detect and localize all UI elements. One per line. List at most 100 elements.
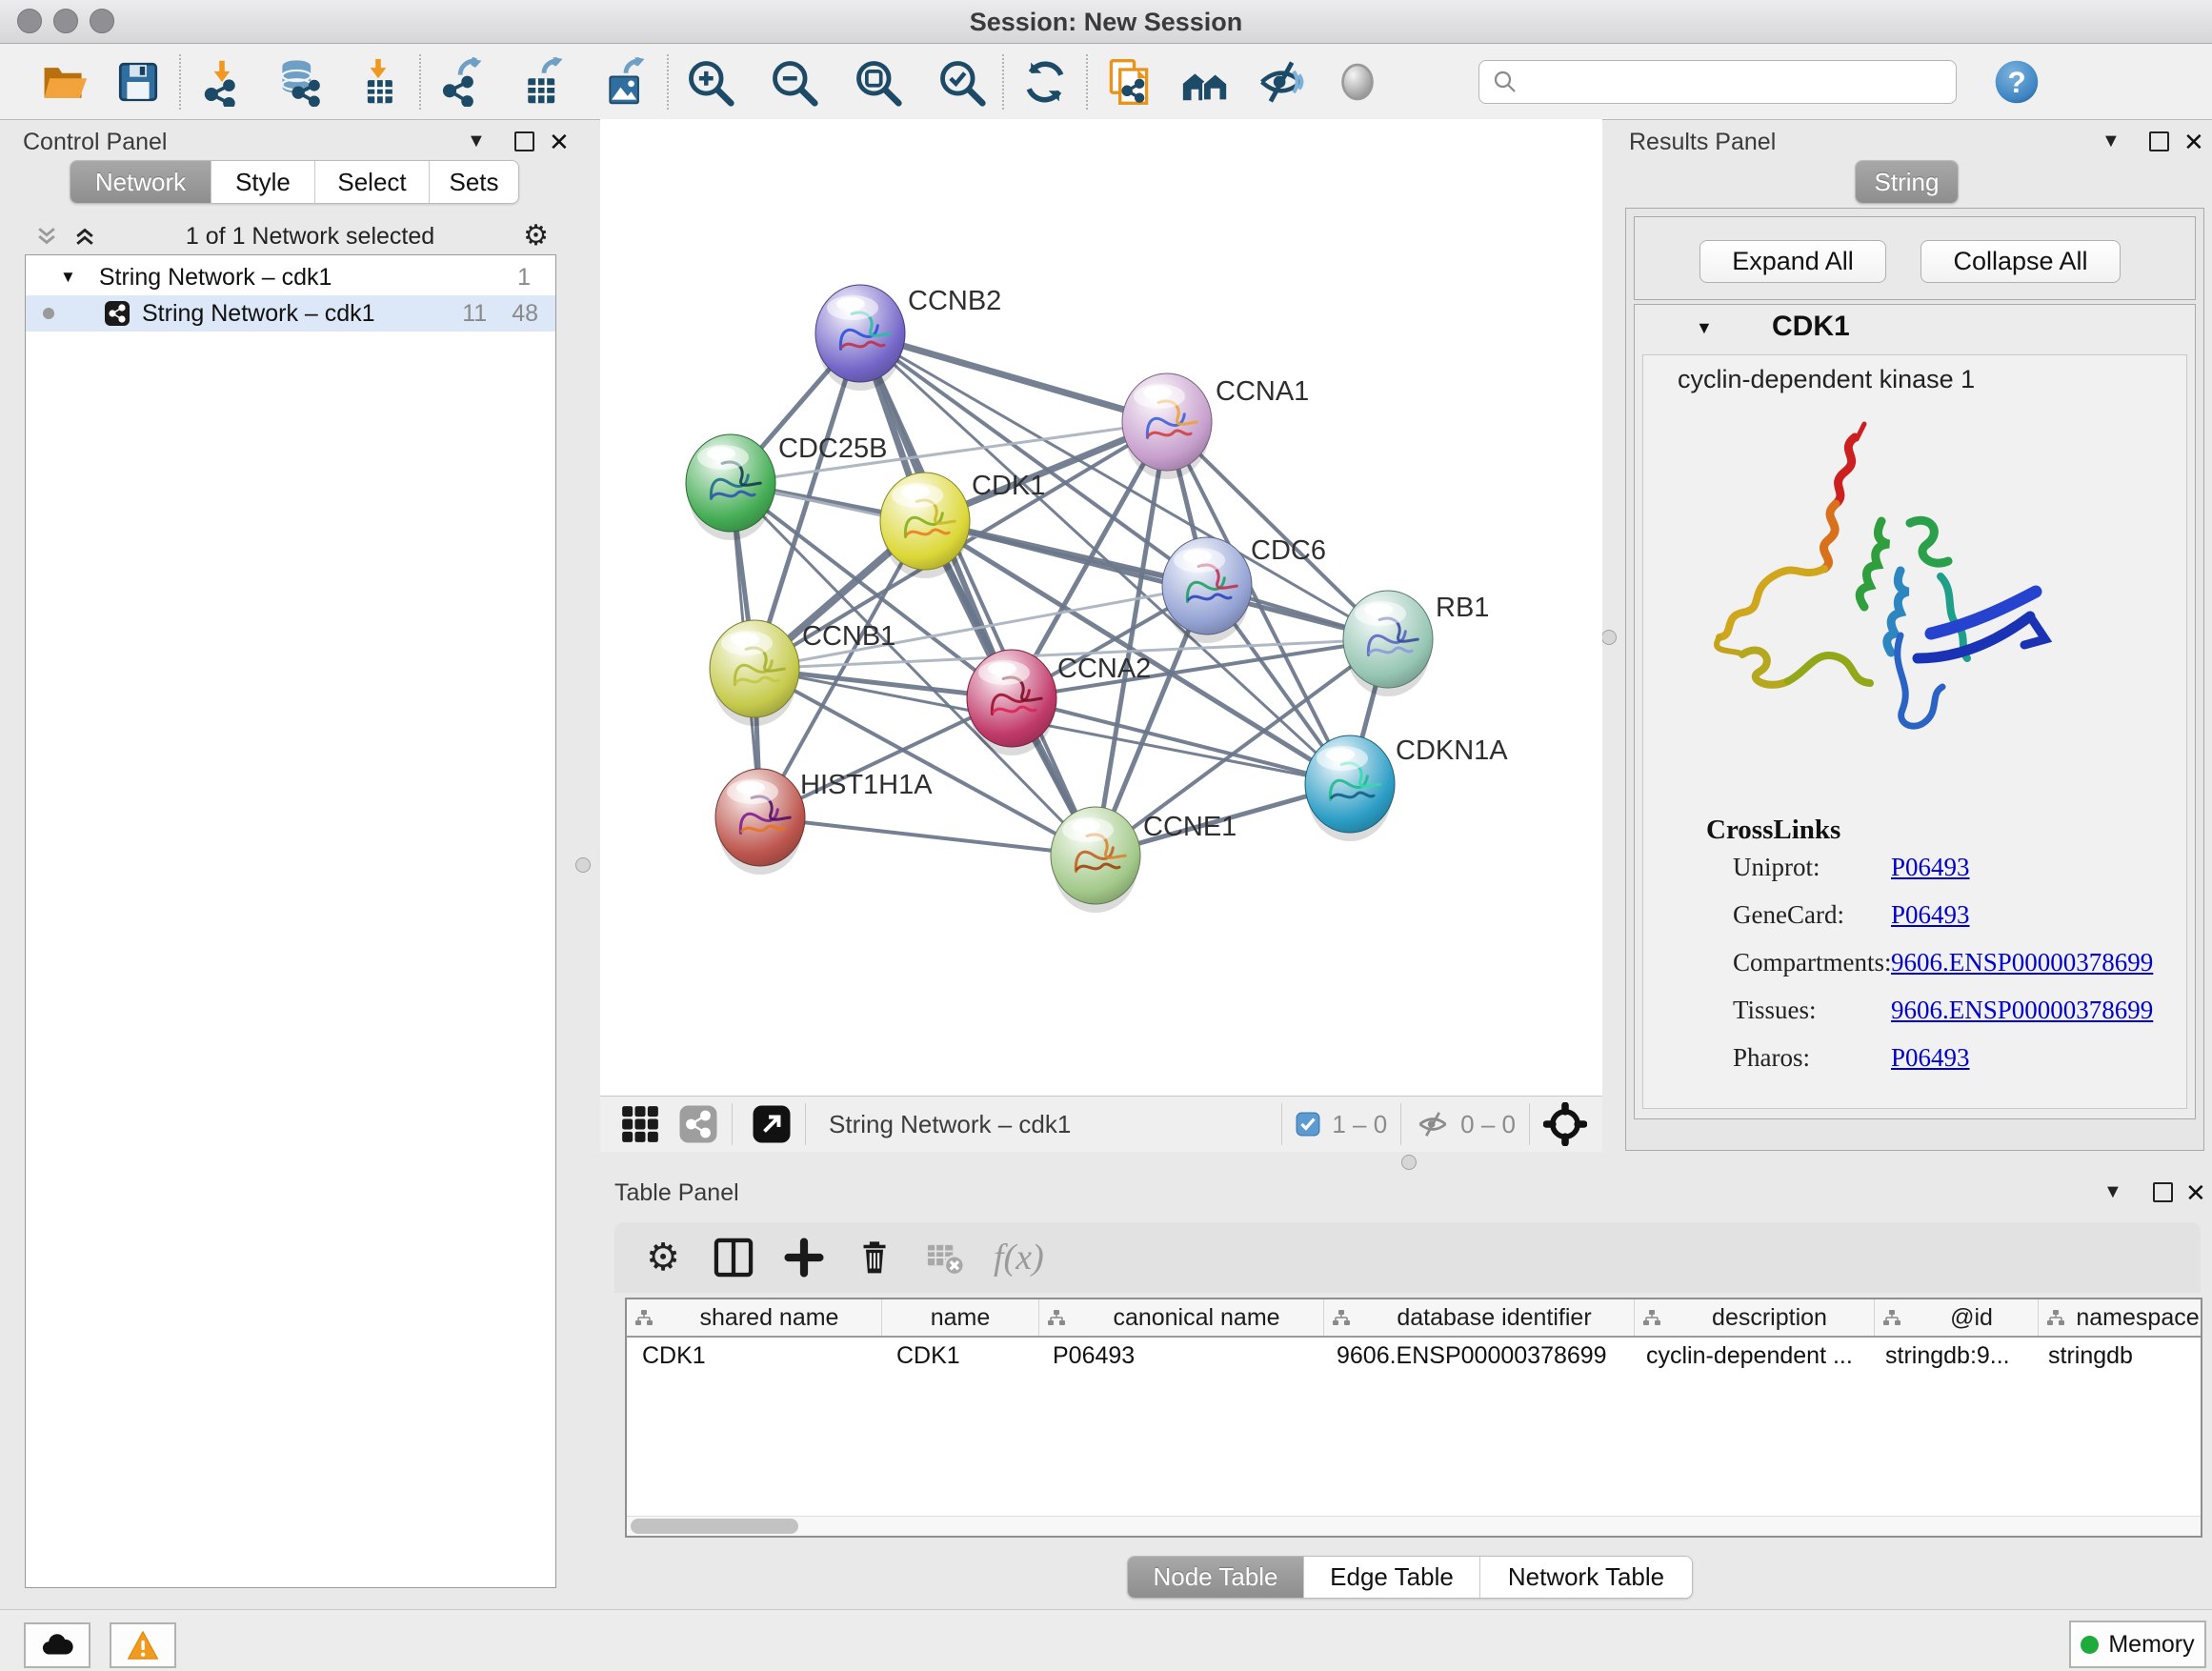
control-panel-maximize-button[interactable] [514, 131, 534, 151]
horizontal-splitter-handle[interactable] [1401, 1155, 1417, 1170]
tab-edge-table[interactable]: Edge Table [1304, 1557, 1480, 1598]
collection-expand-arrow[interactable]: ▼ [60, 268, 76, 287]
column-header[interactable]: name [882, 1299, 1039, 1336]
network-node-cdc6[interactable] [1162, 537, 1252, 643]
table-panel-close-button[interactable]: ✕ [2185, 1178, 2206, 1208]
crosslink-value-link[interactable]: P06493 [1891, 900, 1970, 930]
column-header[interactable]: database identifier [1324, 1299, 1635, 1336]
export-image-button[interactable] [600, 56, 652, 108]
import-table-button[interactable] [352, 56, 404, 108]
network-node-rb1[interactable] [1343, 591, 1433, 696]
column-header[interactable]: shared name [627, 1299, 882, 1336]
network-node-ccna2[interactable] [967, 650, 1056, 755]
function-builder-icon[interactable]: f(x) [994, 1236, 1044, 1279]
column-header[interactable]: canonical name [1039, 1299, 1324, 1336]
zoom-fit-button[interactable] [852, 56, 903, 108]
birdseye-toggle-icon[interactable] [752, 1104, 792, 1144]
import-network-database-button[interactable] [274, 56, 326, 108]
gene-description: cyclin-dependent kinase 1 [1678, 365, 1975, 394]
delete-column-icon[interactable] [853, 1236, 896, 1279]
search-input[interactable] [1527, 64, 1956, 100]
table-panel-float-button[interactable]: ▼ [2103, 1181, 2122, 1203]
network-node-cdc25b[interactable] [686, 434, 775, 540]
tab-style[interactable]: Style [211, 161, 315, 203]
zoom-out-button[interactable] [768, 56, 819, 108]
expand-all-icon[interactable] [72, 224, 97, 249]
results-panel-float-button[interactable]: ▼ [2101, 131, 2121, 152]
network-node-hist1h1a[interactable] [715, 769, 805, 875]
grid-view-icon[interactable] [619, 1103, 661, 1145]
results-panel-close-button[interactable]: ✕ [2183, 128, 2204, 157]
show-columns-icon[interactable] [712, 1236, 755, 1279]
tab-string[interactable]: String [1856, 161, 1958, 203]
network-edge[interactable] [760, 817, 1096, 856]
network-node-ccnb1[interactable] [710, 620, 799, 726]
tab-select[interactable]: Select [315, 161, 430, 203]
left-splitter-handle[interactable] [575, 857, 591, 873]
export-network-button[interactable] [436, 56, 488, 108]
hide-selected-button[interactable] [1256, 56, 1307, 108]
apply-layout-button[interactable] [1019, 56, 1071, 108]
column-header[interactable]: description [1635, 1299, 1875, 1336]
crosslink-value-link[interactable]: 9606.ENSP00000378699 [1891, 948, 2153, 977]
table-cell[interactable]: stringdb [2033, 1342, 2201, 1370]
column-header[interactable]: namespace [2039, 1299, 2202, 1336]
crosslink-value-link[interactable]: P06493 [1891, 853, 1970, 882]
results-panel-maximize-button[interactable] [2149, 131, 2169, 151]
network-canvas[interactable]: CCNB2CCNA1CDC25BCDK1CDC6RB1CCNB1CCNA2CDK… [600, 119, 1602, 1096]
scrollbar-thumb[interactable] [631, 1519, 798, 1534]
zoom-in-button[interactable] [684, 56, 735, 108]
tab-network[interactable]: Network [70, 161, 211, 203]
crosshair-icon[interactable] [1543, 1102, 1587, 1146]
cloud-status-button[interactable] [24, 1622, 90, 1668]
expand-all-button[interactable]: Expand All [1699, 240, 1886, 283]
crosslink-value-link[interactable]: P06493 [1891, 1043, 1970, 1073]
table-cell[interactable]: cyclin-dependent ... [1631, 1342, 1870, 1370]
open-session-button[interactable] [38, 56, 90, 108]
crosslink-value-link[interactable]: 9606.ENSP00000378699 [1891, 996, 2153, 1025]
memory-button[interactable]: Memory [2069, 1621, 2206, 1668]
network-view-toggle-icon[interactable] [678, 1104, 718, 1144]
selected-checkbox-icon[interactable] [1296, 1112, 1320, 1137]
network-node-ccnb2[interactable] [815, 285, 905, 391]
control-panel-close-button[interactable]: ✕ [549, 128, 570, 157]
table-panel-maximize-button[interactable] [2153, 1182, 2173, 1202]
add-column-icon[interactable] [782, 1236, 826, 1279]
network-row-selected[interactable]: String Network – cdk1 11 48 [26, 295, 555, 332]
network-edge[interactable] [860, 333, 1167, 422]
tab-sets[interactable]: Sets [430, 161, 518, 203]
table-cell[interactable]: 9606.ENSP00000378699 [1321, 1342, 1631, 1370]
network-node-ccna1[interactable] [1122, 373, 1212, 479]
zoom-selected-button[interactable] [935, 56, 987, 108]
table-cell[interactable]: CDK1 [881, 1342, 1037, 1370]
control-panel-float-button[interactable]: ▼ [467, 131, 486, 152]
table-cell[interactable]: stringdb:9... [1870, 1342, 2033, 1370]
export-table-button[interactable] [518, 56, 570, 108]
help-button[interactable]: ? [1991, 56, 2042, 108]
save-session-button[interactable] [112, 56, 164, 108]
table-cell[interactable]: CDK1 [627, 1342, 881, 1370]
delete-table-icon[interactable] [923, 1236, 967, 1279]
show-all-button[interactable] [1332, 56, 1383, 108]
table-settings-gear-icon[interactable]: ⚙ [641, 1236, 685, 1279]
toolbar-separator [1086, 54, 1088, 110]
gene-collapse-arrow[interactable]: ▼ [1696, 318, 1713, 338]
table-row[interactable]: CDK1CDK1P064939606.ENSP00000378699cyclin… [627, 1338, 2201, 1374]
network-collection-row[interactable]: ▼ String Network – cdk1 1 [26, 255, 555, 295]
first-neighbors-button[interactable] [1179, 56, 1231, 108]
collapse-all-icon[interactable] [34, 224, 59, 249]
network-node-cdk1[interactable] [880, 473, 970, 578]
new-network-from-selection-button[interactable] [1103, 56, 1155, 108]
network-node-ccne1[interactable] [1051, 807, 1140, 913]
network-node-cdkn1a[interactable] [1305, 735, 1395, 841]
column-header[interactable]: @id [1875, 1299, 2039, 1336]
network-options-gear-icon[interactable]: ⚙ [523, 222, 549, 251]
table-cell[interactable]: P06493 [1037, 1342, 1321, 1370]
import-network-file-button[interactable] [196, 56, 248, 108]
horizontal-scrollbar[interactable] [627, 1516, 2201, 1536]
collapse-all-button[interactable]: Collapse All [1920, 240, 2121, 283]
current-network-name: String Network – cdk1 [829, 1110, 1071, 1139]
tab-network-table[interactable]: Network Table [1480, 1557, 1692, 1598]
warning-status-button[interactable] [110, 1622, 176, 1668]
tab-node-table[interactable]: Node Table [1128, 1557, 1304, 1598]
